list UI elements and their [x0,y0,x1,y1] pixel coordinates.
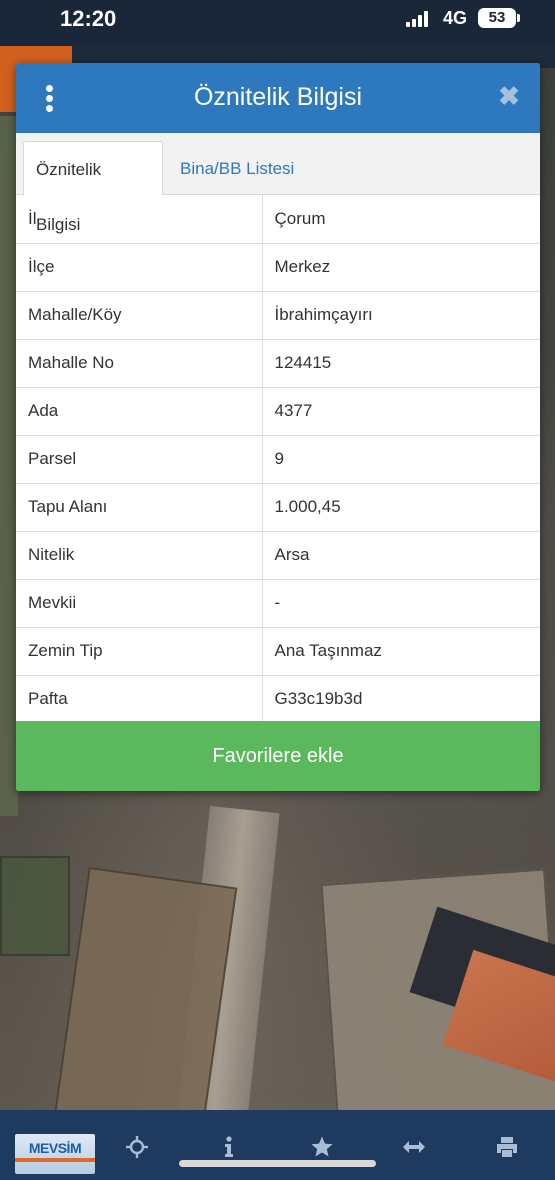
logo-text: MEVSİM [28,1140,82,1156]
table-row: Pafta G33c19b3d [16,675,540,724]
table-row: Parsel 9 [16,435,540,484]
attribute-value: G33c19b3d [262,675,540,724]
table-row: Tapu Alanı 1.000,45 [16,483,540,532]
attribute-key: Pafta [16,675,263,724]
attribute-value: 124415 [262,339,540,388]
attribute-value: 4377 [262,387,540,436]
table-row: Mevkii - [16,579,540,628]
battery-icon: 53 [478,8,520,28]
attribute-key: Parsel [16,435,263,484]
close-icon[interactable]: ✖ [496,81,522,111]
attribute-key: Mevkii [16,579,263,628]
table-row: Zemin Tip Ana Taşınmaz [16,627,540,676]
table-row: Nitelik Arsa [16,531,540,580]
table-row: Mahalle/Köy İbrahimçayırı [16,291,540,340]
attribute-value: 9 [262,435,540,484]
table-row: İl Çorum [16,195,540,244]
attribute-value: Ana Taşınmaz [262,627,540,676]
tab-attribute-info[interactable]: Öznitelik Bilgisi [23,141,163,234]
attribute-key: Nitelik [16,531,263,580]
home-indicator[interactable] [179,1160,376,1167]
signal-icon [406,11,432,27]
attribute-key: Tapu Alanı [16,483,263,532]
crosshair-icon[interactable] [120,1130,154,1164]
print-icon[interactable] [490,1130,524,1164]
tab-bar: Öznitelik Bilgisi Bina/BB Listesi [16,133,540,234]
attribute-key: Ada [16,387,263,436]
attribute-dialog: Öznitelik Bilgisi ✖ Öznitelik Bilgisi Bi… [16,63,540,791]
status-time: 12:20 [60,6,117,31]
info-icon[interactable] [212,1130,246,1164]
bottom-toolbar: MEVSİM [0,1110,555,1180]
attribute-key: Mahalle/Köy [16,291,263,340]
network-type: 4G [443,8,468,28]
attribute-value: Çorum [262,195,540,244]
attribute-key: Mahalle No [16,339,263,388]
attribute-value: - [262,579,540,628]
company-logo: MEVSİM [15,1134,95,1174]
attribute-key: Zemin Tip [16,627,263,676]
table-row: İlçe Merkez [16,243,540,292]
add-to-favorites-button[interactable]: Favorilere ekle [16,721,540,791]
table-row: Mahalle No 124415 [16,339,540,388]
dialog-header: Öznitelik Bilgisi ✖ [16,63,540,133]
map-field [0,856,70,956]
attribute-table: İl Çorum İlçe Merkez Mahalle/Köy İbrahim… [16,195,540,724]
logo-stripe [15,1158,95,1162]
status-bar: 12:20 4G 53 [0,0,555,46]
dialog-title: Öznitelik Bilgisi [193,83,363,111]
attribute-value: Merkez [262,243,540,292]
star-icon[interactable] [305,1130,339,1164]
table-row: Ada 4377 [16,387,540,436]
tab-building-list[interactable]: Bina/BB Listesi [168,141,306,196]
attribute-value: Arsa [262,531,540,580]
map-land-plot [52,866,238,1110]
attribute-value: İbrahimçayırı [262,291,540,340]
measure-icon[interactable] [397,1130,431,1164]
attribute-value: 1.000,45 [262,483,540,532]
